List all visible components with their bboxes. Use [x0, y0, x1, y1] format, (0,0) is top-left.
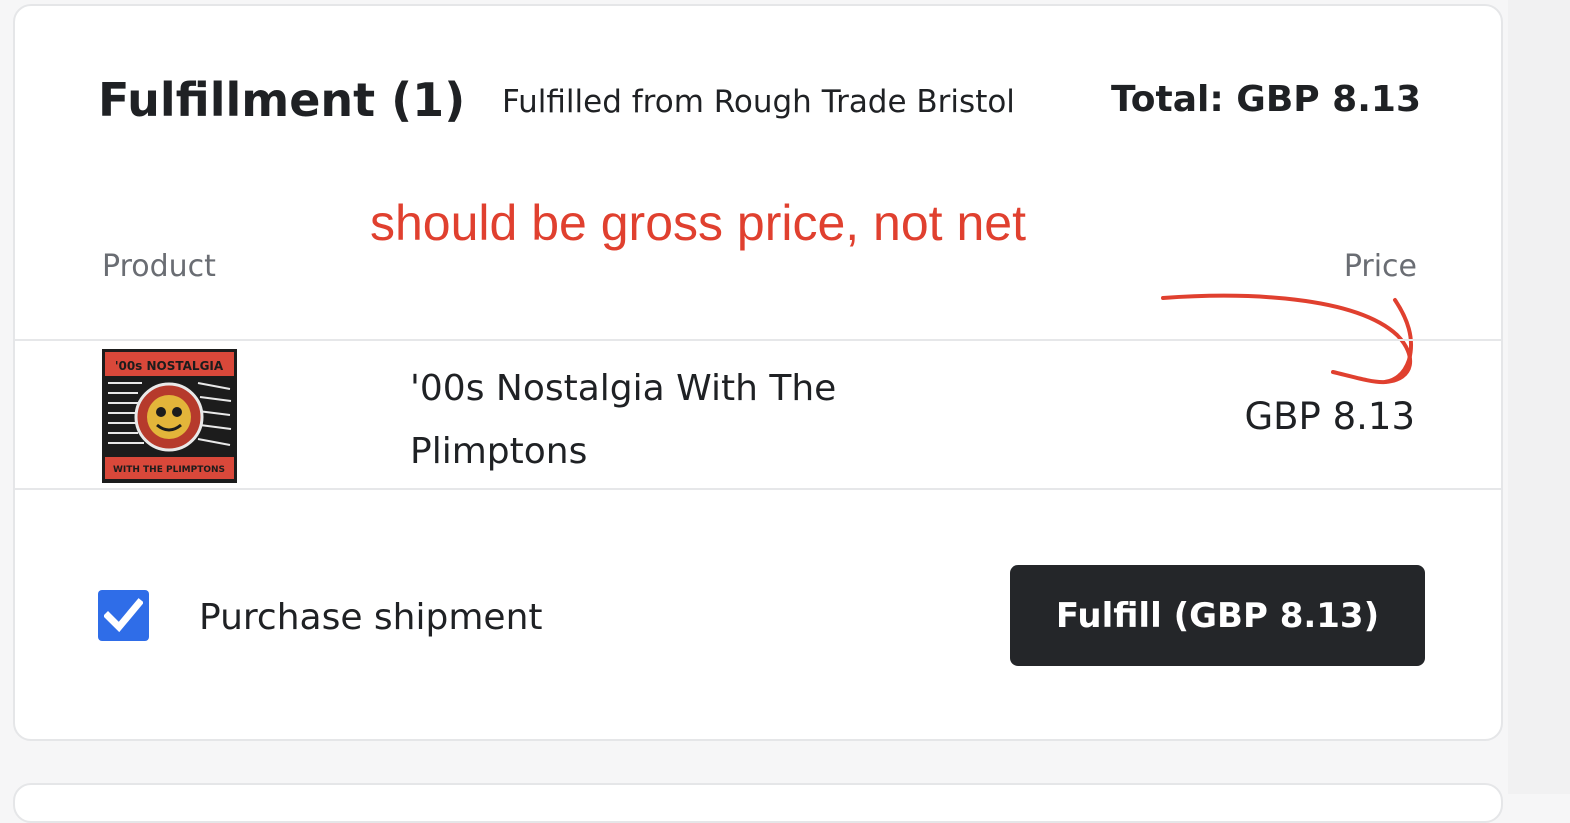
fulfillment-total: Total: GBP 8.13 [1110, 79, 1421, 120]
purchase-shipment-checkbox[interactable] [98, 590, 149, 641]
product-thumbnail: '00s NOSTALGIA WITH THE PLIMPTONS [102, 349, 237, 483]
annotation-arrow-icon [1161, 293, 1414, 385]
thumbnail-subtitle-text: WITH THE PLIMPTONS [113, 465, 225, 475]
product-name[interactable]: '00s Nostalgia With The Plimptons [410, 357, 930, 483]
annotation-note: should be gross price, not net [370, 195, 1026, 251]
fulfillment-location: Fulfilled from Rough Trade Bristol [502, 84, 1015, 120]
page-scroll-gutter [1508, 0, 1570, 794]
fulfillment-card: Fulfillment (1) Fulfilled from Rough Tra… [13, 4, 1503, 741]
product-price: GBP 8.13 [1244, 395, 1415, 438]
column-header-product: Product [102, 249, 216, 284]
fulfill-button[interactable]: Fulfill (GBP 8.13) [1010, 565, 1425, 666]
column-header-price: Price [1343, 249, 1417, 284]
checkmark-icon [104, 598, 143, 633]
thumbnail-title-text: '00s NOSTALGIA [115, 359, 224, 373]
purchase-shipment-label[interactable]: Purchase shipment [199, 595, 543, 641]
fulfillment-title: Fulfillment (1) [98, 73, 466, 127]
next-card [13, 783, 1503, 823]
table-divider [15, 339, 1501, 341]
table-divider [15, 488, 1501, 490]
